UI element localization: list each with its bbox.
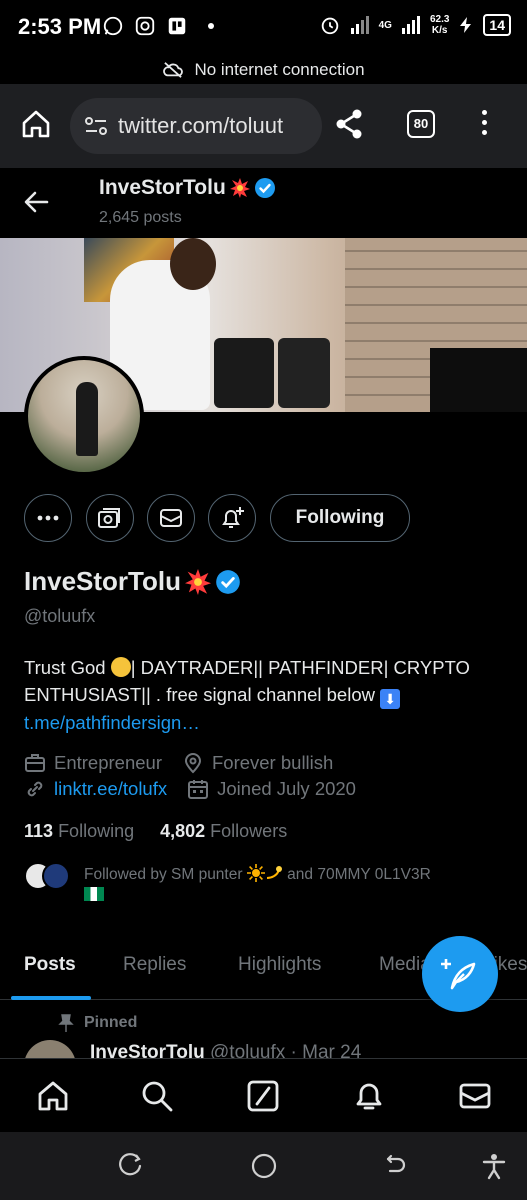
tab-switcher-button[interactable]: 80 [407, 110, 435, 138]
grok-nav-icon[interactable] [246, 1079, 280, 1113]
whatsapp-icon [103, 16, 123, 36]
site-settings-icon[interactable] [84, 115, 108, 137]
verified-badge-icon [216, 569, 240, 594]
more-icon [37, 515, 59, 521]
offline-text: No internet connection [194, 60, 365, 79]
joined-date: Joined July 2020 [217, 778, 356, 799]
status-time: 2:53 PM [18, 14, 102, 39]
profile-meta-row-2: linktr.ee/tolufx Joined July 2020 [24, 778, 356, 800]
signal-4g-label: 4G [378, 19, 392, 31]
accessibility-icon[interactable] [480, 1152, 508, 1180]
bottom-navigation [0, 1058, 527, 1132]
profile-bio: Trust God | DAYTRADER|| PATHFINDER| CRYP… [24, 657, 470, 733]
home-icon[interactable] [20, 108, 52, 140]
browser-menu-button[interactable] [482, 110, 487, 135]
profile-name: InveStorTolu [24, 566, 241, 597]
signal-icon-2 [401, 16, 420, 34]
alarm-icon [321, 17, 338, 35]
location-pin-icon [184, 753, 201, 774]
following-count-link[interactable]: 113 Following [24, 821, 134, 842]
active-tab-indicator [11, 996, 91, 1000]
instagram-icon [135, 16, 155, 36]
down-arrow-emoji-icon: ⬇ [380, 689, 401, 709]
charging-icon [460, 17, 472, 33]
pinned-post[interactable]: InveStorTolu @toluufx · Mar 24 [24, 1040, 527, 1060]
bell-plus-icon [222, 507, 244, 528]
tab-posts[interactable]: Posts [24, 954, 76, 976]
pinned-label: Pinned [58, 1014, 137, 1032]
more-options-button[interactable] [24, 494, 72, 542]
website-link[interactable]: linktr.ee/tolufx [54, 778, 167, 800]
follow-stats: 113 Following 4,802 Followers [24, 821, 287, 842]
system-navigation-bar [0, 1132, 527, 1200]
message-button[interactable] [147, 494, 195, 542]
profile-handle: @toluufx [24, 606, 96, 626]
follower-avatar-2 [42, 862, 70, 890]
bio-link[interactable]: t.me/pathfindersign… [24, 712, 200, 733]
subscribe-button[interactable] [86, 494, 134, 542]
back-gesture-icon[interactable] [382, 1152, 410, 1180]
home-circle-icon[interactable] [250, 1152, 278, 1180]
share-icon[interactable] [334, 108, 364, 140]
header-name: InveStorTolu [99, 176, 276, 200]
compose-post-button[interactable] [422, 936, 498, 1012]
tab-highlights[interactable]: Highlights [238, 954, 321, 976]
header-posts-count: 2,645 posts [99, 209, 182, 226]
link-icon [27, 781, 43, 797]
nigeria-flag-emoji-icon [84, 887, 104, 901]
notification-dot-icon [208, 23, 214, 29]
location-text: Forever bullish [211, 752, 334, 773]
messages-nav-icon[interactable] [458, 1079, 492, 1113]
calendar-icon [188, 780, 209, 799]
sun-emoji-icon [246, 864, 265, 882]
followed-by-row[interactable]: Followed by SM punter and 70MMY 0L1V3R [24, 862, 504, 905]
notifications-toggle-button[interactable] [208, 494, 256, 542]
smiling-face-emoji-icon [110, 657, 131, 677]
signal-icon [350, 16, 369, 34]
cloud-off-icon [163, 62, 184, 78]
followers-count-link[interactable]: 4,802 Followers [160, 821, 287, 842]
status-bar: 2:53 PM 4G 62.3 K/s 14 [0, 0, 527, 56]
offline-banner: No internet connection [0, 56, 527, 84]
pin-icon [58, 1014, 74, 1032]
profile-avatar[interactable] [24, 356, 144, 476]
dizzy-emoji-icon [266, 866, 282, 879]
home-nav-icon[interactable] [36, 1079, 70, 1113]
subscriptions-icon [98, 508, 120, 528]
explosion-emoji-icon [229, 178, 250, 198]
compose-feather-icon [441, 959, 476, 990]
search-nav-icon[interactable] [140, 1079, 174, 1113]
recents-icon[interactable] [118, 1152, 146, 1180]
explosion-emoji-icon [184, 568, 211, 595]
back-arrow-icon[interactable] [22, 188, 50, 216]
tab-replies[interactable]: Replies [123, 954, 186, 976]
profile-meta-row-1: Entrepreneur Forever bullish [24, 752, 333, 774]
battery-indicator: 14 [483, 14, 511, 36]
verified-badge-icon [254, 178, 275, 198]
address-bar[interactable]: twitter.com/toluut [70, 98, 322, 154]
briefcase-icon [25, 754, 45, 772]
envelope-icon [160, 509, 182, 527]
notifications-nav-icon[interactable] [352, 1079, 386, 1113]
app-notification-icon [168, 17, 186, 35]
network-speed: 62.3 K/s [429, 14, 450, 36]
profession-text: Entrepreneur [54, 752, 162, 773]
following-button[interactable]: Following [270, 494, 410, 542]
browser-toolbar: twitter.com/toluut 80 [0, 84, 527, 168]
post-author-avatar[interactable] [24, 1040, 76, 1060]
followed-by-text: Followed by SM punter and 70MMY 0L1V3R [84, 864, 504, 905]
url-text: twitter.com/toluut [118, 113, 284, 138]
